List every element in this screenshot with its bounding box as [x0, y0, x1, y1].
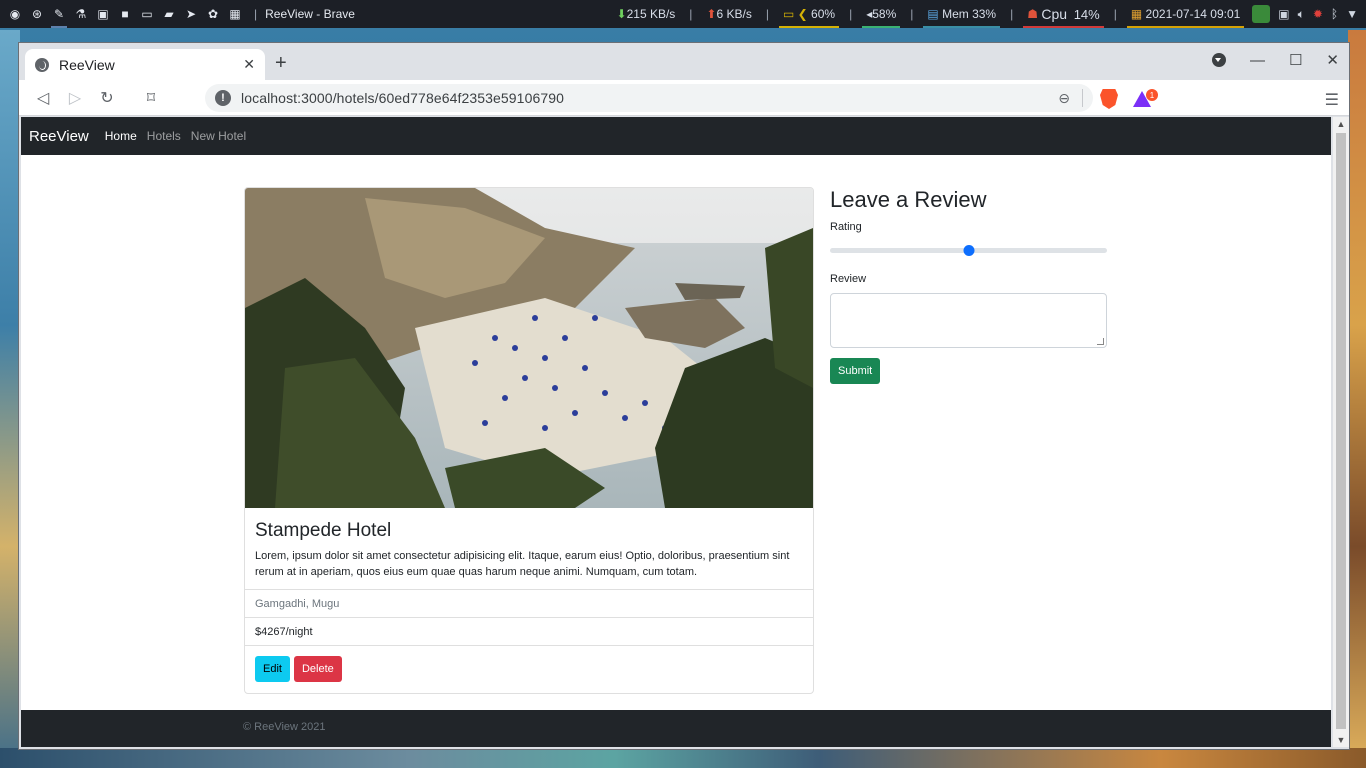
- window-controls: — ☐ ✕: [1211, 51, 1339, 69]
- folder-icon[interactable]: ▰: [158, 0, 180, 28]
- omnibox-divider: [1082, 89, 1083, 107]
- nav-new-hotel[interactable]: New Hotel: [191, 129, 246, 143]
- hotel-card-footer: Edit Delete: [245, 645, 813, 693]
- close-tab-icon[interactable]: ✕: [243, 56, 255, 73]
- screenshot-icon[interactable]: ▣: [1278, 7, 1289, 21]
- wifi-icon[interactable]: ▼: [1346, 7, 1358, 21]
- active-window-title: ReeView - Brave: [265, 7, 355, 21]
- cpu-icon: ☗: [1027, 7, 1038, 21]
- close-window-icon[interactable]: ✕: [1326, 51, 1339, 69]
- rating-slider-thumb[interactable]: [963, 245, 974, 256]
- memory-icon: ▤: [927, 7, 939, 21]
- browser-toolbar: ◁ ▷ ↻ ⌑ ! localhost:3000/hotels/60ed778e…: [19, 80, 1349, 116]
- pen-icon[interactable]: ✎: [48, 0, 70, 28]
- url-text[interactable]: localhost:3000/hotels/60ed778e64f2353e59…: [241, 90, 1058, 106]
- avatar-icon[interactable]: [1252, 5, 1271, 23]
- beach-photo: [245, 188, 813, 508]
- tab-strip: ReeView ✕ + — ☐ ✕: [19, 43, 1349, 80]
- reload-icon[interactable]: ↻: [91, 88, 123, 108]
- hotel-description: Lorem, ipsum dolor sit amet consectetur …: [255, 550, 790, 578]
- nav-hotels[interactable]: Hotels: [147, 129, 181, 143]
- calendar-icon: ▦: [1130, 7, 1143, 21]
- tab-title: ReeView: [59, 56, 115, 73]
- laptop-icon[interactable]: ▭: [136, 0, 158, 28]
- battery-icon: ▭ ❮: [782, 7, 808, 21]
- tab-search-icon[interactable]: [1211, 53, 1226, 67]
- new-tab-button[interactable]: +: [275, 53, 287, 73]
- flask-icon[interactable]: ⚗: [70, 0, 92, 28]
- site-brand[interactable]: ReeView: [29, 128, 89, 145]
- arrow-down-icon: ⬇: [616, 7, 627, 21]
- grid-icon[interactable]: ▦: [224, 0, 246, 28]
- review-label: Review: [830, 273, 867, 285]
- info-icon[interactable]: !: [215, 90, 231, 106]
- review-heading: Leave a Review: [830, 187, 987, 212]
- site-navbar: ReeView Home Hotels New Hotel: [21, 117, 1331, 155]
- footer-copyright: © ReeView 2021: [243, 721, 326, 733]
- rating-label: Rating: [830, 221, 862, 233]
- maximize-icon[interactable]: ☐: [1289, 51, 1302, 69]
- page-viewport: ReeView Home Hotels New Hotel Stampede H…: [21, 117, 1331, 747]
- scroll-up-icon[interactable]: ▲: [1333, 117, 1349, 131]
- speaker-icon[interactable]: 🔈︎: [1298, 7, 1305, 22]
- hotel-title: Stampede Hotel: [255, 520, 392, 541]
- back-icon[interactable]: ◁: [27, 88, 59, 108]
- settings-bug-icon[interactable]: ✹: [1313, 7, 1323, 21]
- battery-module: ▭ ❮ 60%: [777, 0, 841, 28]
- hotel-price: $4267/night: [245, 617, 813, 645]
- bookmark-icon[interactable]: ⌑: [135, 88, 167, 108]
- review-form: Leave a Review Rating Review Submit: [830, 187, 1107, 384]
- hotel-card: Stampede Hotel Lorem, ipsum dolor sit am…: [244, 187, 814, 694]
- site-footer: © ReeView 2021: [21, 710, 1331, 747]
- net-down-module: ⬇ 215 KB/s: [616, 7, 676, 21]
- net-up-module: ⬆ 6 KB/s: [706, 7, 752, 21]
- image-icon[interactable]: ▣: [92, 0, 114, 28]
- brave-shields-icon[interactable]: [1100, 89, 1118, 109]
- rewards-badge: 1: [1146, 89, 1158, 101]
- desktop-wallpaper-right: [1348, 30, 1366, 768]
- page-scrollbar[interactable]: ▲ ▼: [1333, 117, 1349, 747]
- video-icon[interactable]: ■: [114, 0, 136, 28]
- edit-button[interactable]: Edit: [255, 656, 290, 682]
- desktop-wallpaper-bottom: [0, 748, 1366, 768]
- taskbar-separator: |: [254, 7, 258, 21]
- brave-icon[interactable]: ◉: [4, 0, 26, 28]
- volume-module: ◂ 58%: [860, 0, 902, 28]
- taskbar-modules: ⬇ 215 KB/s | ⬆ 6 KB/s | ▭ ❮ 60% | ◂ 58% | ▤…: [611, 0, 1366, 28]
- paw-icon[interactable]: ✿: [202, 0, 224, 28]
- nav-home[interactable]: Home: [105, 129, 137, 143]
- tab-reeview[interactable]: ReeView ✕: [25, 49, 265, 80]
- submit-button[interactable]: Submit: [830, 358, 881, 384]
- cpu-module: ☗ Cpu 14%: [1021, 0, 1106, 28]
- forward-icon[interactable]: ▷: [59, 88, 91, 108]
- arrow-up-icon: ⬆: [706, 7, 717, 21]
- browser-window: ReeView ✕ + — ☐ ✕ ◁ ▷ ↻ ⌑ ! localhost:30…: [19, 43, 1349, 749]
- address-bar[interactable]: ! localhost:3000/hotels/60ed778e64f2353e…: [205, 84, 1093, 112]
- system-taskbar: ◉ ⊛ ✎ ⚗ ▣ ■ ▭ ▰ ➤ ✿ ▦ | ReeView - Brave …: [0, 0, 1366, 28]
- clock-module[interactable]: ▦ 2021-07-14 09:01: [1125, 0, 1246, 28]
- delete-button[interactable]: Delete: [293, 656, 342, 682]
- minimize-icon[interactable]: —: [1250, 52, 1265, 69]
- zoom-out-icon[interactable]: ⊖: [1058, 90, 1070, 107]
- system-tray: ▣ 🔈︎ ✹ ᛒ ▼: [1246, 5, 1366, 23]
- vpn-icon[interactable]: ⊛: [26, 0, 48, 28]
- review-textarea[interactable]: [830, 293, 1107, 348]
- rating-slider[interactable]: [830, 241, 1107, 259]
- scroll-down-icon[interactable]: ▼: [1333, 733, 1349, 747]
- telegram-icon[interactable]: ➤: [180, 0, 202, 28]
- launcher-icons: ◉ ⊛ ✎ ⚗ ▣ ■ ▭ ▰ ➤ ✿ ▦: [0, 0, 246, 28]
- scrollbar-thumb[interactable]: [1336, 133, 1346, 729]
- hotel-location: Gamgadhi, Mugu: [245, 589, 813, 617]
- hotel-image: [245, 188, 813, 508]
- menu-icon[interactable]: ☰: [1325, 90, 1339, 110]
- bluetooth-icon[interactable]: ᛒ: [1331, 7, 1338, 21]
- globe-icon: [35, 57, 49, 72]
- hotel-card-body: Stampede Hotel Lorem, ipsum dolor sit am…: [245, 508, 813, 589]
- desktop-wallpaper-left: [0, 30, 20, 768]
- memory-module: ▤ Mem 33%: [921, 0, 1002, 28]
